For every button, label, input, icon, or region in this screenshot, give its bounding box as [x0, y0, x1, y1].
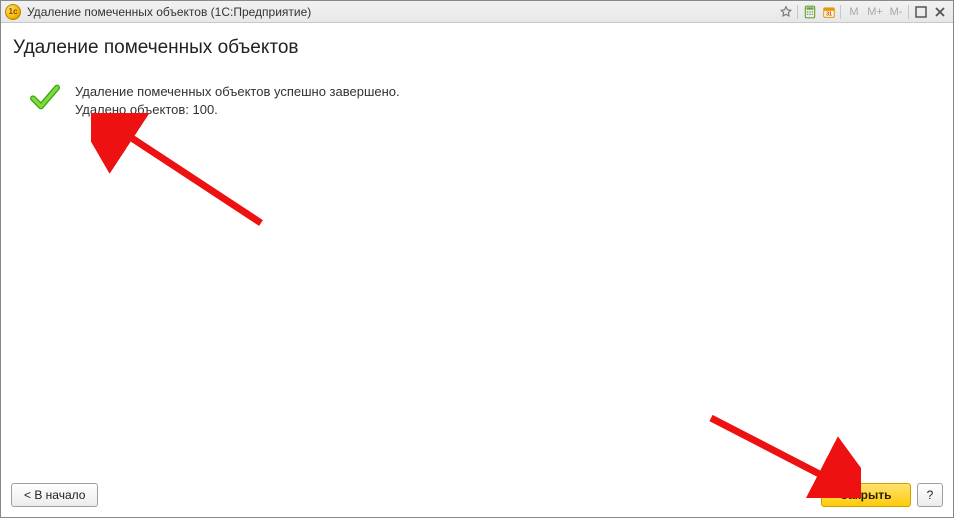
calendar-icon[interactable]: 31: [820, 3, 838, 21]
footer: < В начало Закрыть ?: [1, 475, 953, 517]
favorite-icon[interactable]: [777, 3, 795, 21]
close-icon[interactable]: [931, 3, 949, 21]
maximize-icon[interactable]: [912, 3, 930, 21]
result-line-1: Удаление помеченных объектов успешно зав…: [75, 83, 400, 101]
result-line-2: Удалено объектов: 100.: [75, 101, 400, 119]
window-titlebar: 1c Удаление помеченных объектов (1С:Пред…: [1, 1, 953, 23]
window-title: Удаление помеченных объектов (1С:Предпри…: [27, 5, 311, 19]
close-button[interactable]: Закрыть: [821, 483, 911, 507]
help-button[interactable]: ?: [917, 483, 943, 507]
memory-m-button[interactable]: M: [844, 3, 864, 21]
content-area: Удаление помеченных объектов Удаление по…: [1, 23, 953, 475]
back-button[interactable]: < В начало: [11, 483, 98, 507]
calculator-icon[interactable]: [801, 3, 819, 21]
result-message: Удаление помеченных объектов успешно зав…: [75, 83, 400, 118]
success-check-icon: [29, 81, 61, 113]
memory-m-plus-button[interactable]: M+: [865, 3, 885, 21]
annotation-arrow-1: [91, 113, 271, 233]
app-icon: 1c: [5, 4, 21, 20]
svg-text:31: 31: [826, 11, 832, 17]
result-row: Удаление помеченных объектов успешно зав…: [29, 83, 941, 118]
memory-m-minus-button[interactable]: M-: [886, 3, 906, 21]
page-title: Удаление помеченных объектов: [13, 37, 941, 59]
